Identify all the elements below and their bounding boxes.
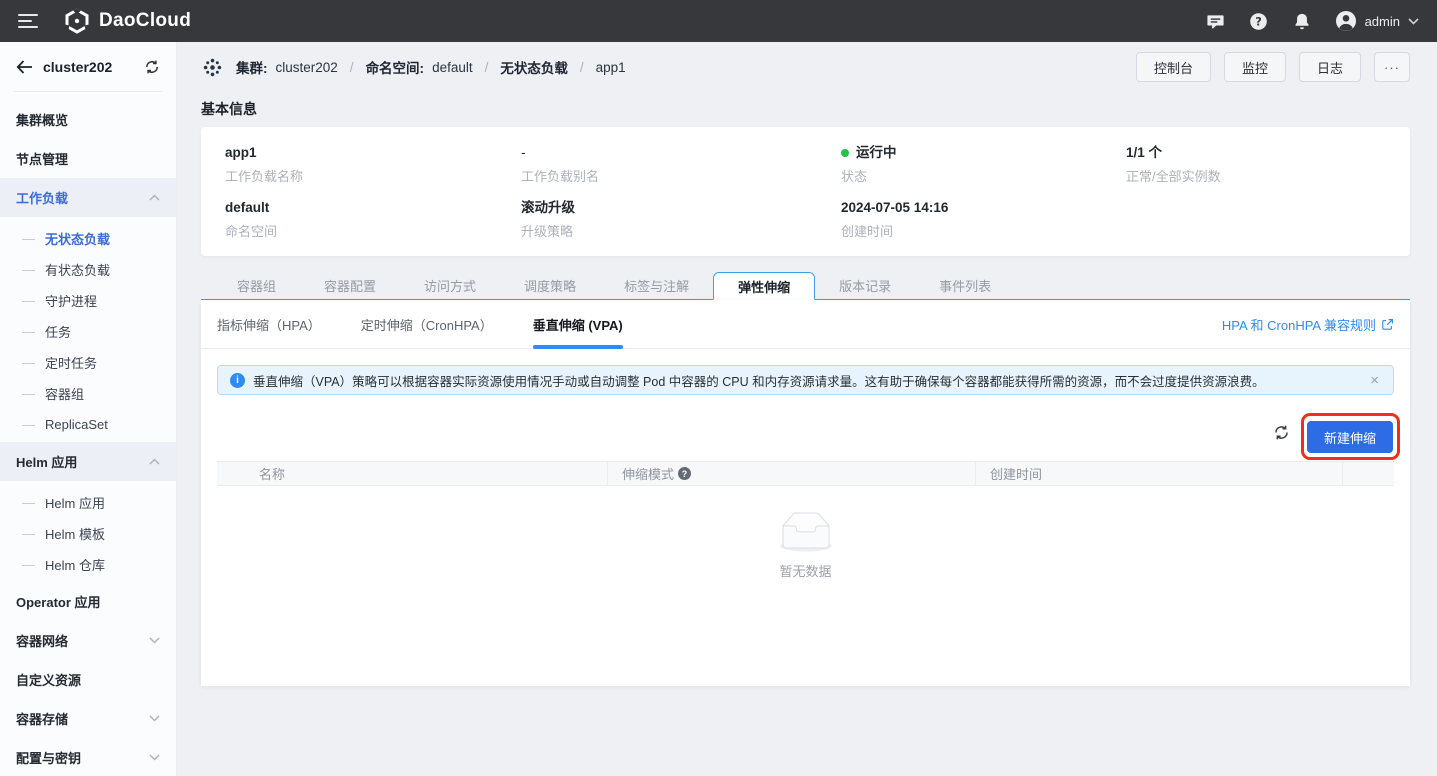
column-created-time: 创建时间 <box>976 462 1343 485</box>
basic-info-card: app1 工作负载名称 - 工作负载别名 运行中 状态 1/1 个 正常/全部实… <box>201 127 1410 256</box>
sidebar-group-container-network[interactable]: 容器网络 <box>0 621 176 660</box>
tab-scheduling-policy[interactable]: 调度策略 <box>500 272 600 299</box>
sidebar-cluster-name: cluster202 <box>43 59 144 75</box>
sidebar-menu: 集群概览 节点管理 工作负载 —无状态负载 —有状态负载 —守护进程 —任务 —… <box>0 92 176 776</box>
username: admin <box>1365 14 1400 29</box>
hpa-cronhpa-rules-link[interactable]: HPA 和 CronHPA 兼容规则 <box>1222 315 1394 334</box>
tabs-bar: 容器组 容器配置 访问方式 调度策略 标签与注解 弹性伸缩 版本记录 事件列表 <box>201 272 1410 300</box>
sidebar-item-operator-apps[interactable]: Operator 应用 <box>0 582 176 621</box>
banner-close-icon[interactable]: × <box>1368 373 1381 388</box>
tab-container-config[interactable]: 容器配置 <box>300 272 400 299</box>
chevron-up-icon <box>149 458 160 465</box>
sidebar-item-custom-resources[interactable]: 自定义资源 <box>0 660 176 699</box>
breadcrumb-cluster-label: 集群: <box>236 57 268 77</box>
empty-inbox-icon <box>774 512 838 553</box>
tab-event-list[interactable]: 事件列表 <box>915 272 1015 299</box>
more-actions-button[interactable]: ··· <box>1374 52 1410 82</box>
field-created-time: 2024-07-05 14:16 创建时间 <box>841 199 1126 240</box>
tab-labels-annotations[interactable]: 标签与注解 <box>600 272 713 299</box>
topbar: DaoCloud ? admin <box>0 0 1437 42</box>
breadcrumb-app-name: app1 <box>596 60 626 75</box>
sidebar-item-statefulsets[interactable]: —有状态负载 <box>0 254 176 285</box>
sidebar-item-daemonsets[interactable]: —守护进程 <box>0 285 176 316</box>
sidebar-item-helm-apps[interactable]: —Helm 应用 <box>0 487 176 518</box>
subtab-hpa[interactable]: 指标伸缩（HPA） <box>217 300 321 349</box>
subtab-vpa[interactable]: 垂直伸缩 (VPA) <box>533 300 623 349</box>
message-icon[interactable] <box>1206 11 1226 31</box>
info-icon: i <box>230 373 245 388</box>
column-scaling-mode: 伸缩模式 ? <box>608 462 976 485</box>
sidebar-item-pods[interactable]: —容器组 <box>0 378 176 409</box>
column-name: 名称 <box>217 462 608 485</box>
basic-info-title: 基本信息 <box>201 100 1410 118</box>
refresh-icon[interactable] <box>1273 424 1290 441</box>
sidebar-group-helm[interactable]: Helm 应用 <box>0 442 176 481</box>
brand-name: DaoCloud <box>99 10 191 32</box>
field-workload-name: app1 工作负载名称 <box>225 144 521 185</box>
field-workload-alias: - 工作负载别名 <box>521 144 841 185</box>
logs-button[interactable]: 日志 <box>1299 52 1361 82</box>
sidebar-item-jobs[interactable]: —任务 <box>0 316 176 347</box>
sidebar-item-node-management[interactable]: 节点管理 <box>0 139 176 178</box>
user-menu[interactable]: admin <box>1335 10 1419 32</box>
status-dot <box>841 149 849 157</box>
breadcrumb-workload-type[interactable]: 无状态负载 <box>500 57 568 77</box>
sidebar-group-container-storage[interactable]: 容器存储 <box>0 699 176 738</box>
sidebar-item-cronjobs[interactable]: —定时任务 <box>0 347 176 378</box>
help-icon[interactable]: ? <box>1249 11 1269 31</box>
elastic-scaling-panel: 指标伸缩（HPA） 定时伸缩（CronHPA） 垂直伸缩 (VPA) HPA 和… <box>201 300 1410 686</box>
tab-elastic-scaling[interactable]: 弹性伸缩 <box>713 272 815 300</box>
sidebar-item-helm-repos[interactable]: —Helm 仓库 <box>0 549 176 580</box>
empty-text: 暂无数据 <box>779 561 831 580</box>
chevron-down-icon <box>1408 18 1419 25</box>
breadcrumb-namespace-value[interactable]: default <box>432 60 473 75</box>
chevron-down-icon <box>149 754 160 761</box>
breadcrumb-namespace-label: 命名空间: <box>366 57 425 77</box>
sidebar: cluster202 集群概览 节点管理 工作负载 —无状态负载 —有状态负载 … <box>0 42 177 776</box>
tab-access-mode[interactable]: 访问方式 <box>400 272 500 299</box>
field-replicas: 1/1 个 正常/全部实例数 <box>1126 144 1386 185</box>
create-scaling-button[interactable]: 新建伸缩 <box>1307 421 1393 453</box>
chevron-up-icon <box>149 194 160 201</box>
switch-cluster-icon[interactable] <box>144 59 160 75</box>
main-content: 集群: cluster202 / 命名空间: default / 无状态负载 /… <box>177 42 1437 776</box>
console-button[interactable]: 控制台 <box>1136 52 1211 82</box>
monitor-button[interactable]: 监控 <box>1224 52 1286 82</box>
vpa-info-banner: i 垂直伸缩（VPA）策略可以根据容器实际资源使用情况手动或自动调整 Pod 中… <box>217 365 1394 395</box>
chevron-down-icon <box>149 637 160 644</box>
field-status: 运行中 状态 <box>841 144 1126 185</box>
breadcrumb-cluster-value[interactable]: cluster202 <box>276 60 338 75</box>
chevron-down-icon <box>149 715 160 722</box>
banner-text: 垂直伸缩（VPA）策略可以根据容器实际资源使用情况手动或自动调整 Pod 中容器… <box>253 371 1360 390</box>
svg-text:?: ? <box>1255 15 1262 28</box>
vpa-toolbar: 新建伸缩 <box>201 395 1410 461</box>
sidebar-group-workloads[interactable]: 工作负载 <box>0 178 176 217</box>
help-question-icon[interactable]: ? <box>678 467 691 480</box>
daocloud-logo-icon <box>64 8 90 34</box>
sidebar-item-deployments[interactable]: —无状态负载 <box>0 223 176 254</box>
hamburger-menu-icon[interactable] <box>18 14 38 28</box>
breadcrumb: 集群: cluster202 / 命名空间: default / 无状态负载 /… <box>201 56 626 79</box>
field-upgrade-strategy: 滚动升级 升级策略 <box>521 199 841 240</box>
field-namespace: default 命名空间 <box>225 199 521 240</box>
sidebar-item-cluster-overview[interactable]: 集群概览 <box>0 100 176 139</box>
column-actions <box>1343 462 1394 485</box>
workload-cluster-icon <box>201 56 224 79</box>
brand-logo[interactable]: DaoCloud <box>64 8 191 34</box>
subtab-cronhpa[interactable]: 定时伸缩（CronHPA） <box>361 300 493 349</box>
vpa-table-header: 名称 伸缩模式 ? 创建时间 <box>217 461 1394 486</box>
tab-pods[interactable]: 容器组 <box>213 272 300 299</box>
empty-state: 暂无数据 <box>201 512 1410 580</box>
sidebar-group-config-secrets[interactable]: 配置与密钥 <box>0 738 176 776</box>
tab-version-history[interactable]: 版本记录 <box>815 272 915 299</box>
back-arrow-icon[interactable] <box>16 60 33 74</box>
bell-icon[interactable] <box>1292 11 1312 31</box>
sidebar-item-helm-charts[interactable]: —Helm 模板 <box>0 518 176 549</box>
subtabs-bar: 指标伸缩（HPA） 定时伸缩（CronHPA） 垂直伸缩 (VPA) HPA 和… <box>201 300 1410 349</box>
external-link-icon <box>1381 318 1394 331</box>
sidebar-item-replicaset[interactable]: —ReplicaSet <box>0 409 176 440</box>
user-avatar-icon <box>1335 10 1357 32</box>
